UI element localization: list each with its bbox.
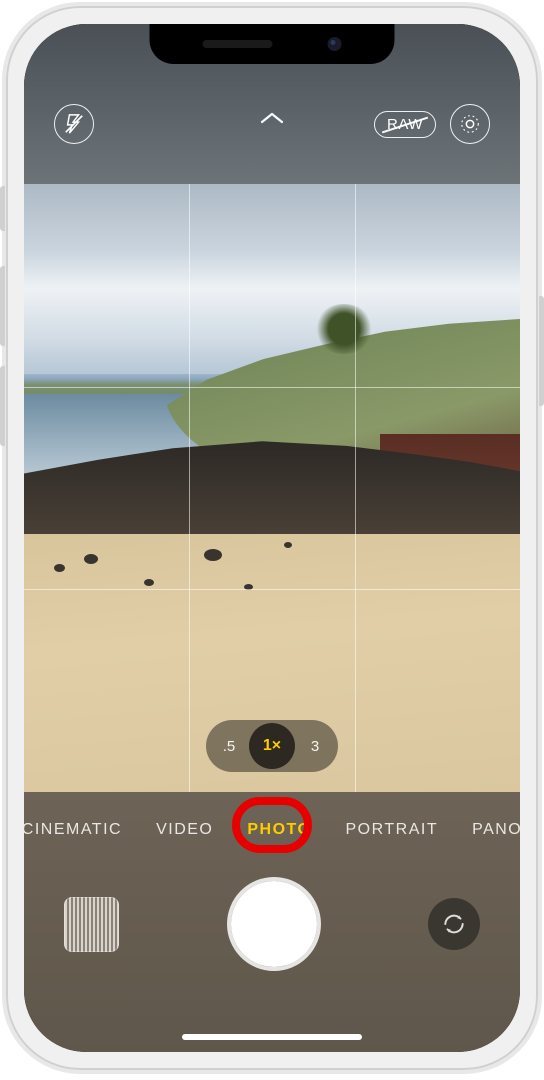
shutter-button[interactable] bbox=[231, 881, 317, 967]
zoom-selector: .5 1× 3 bbox=[206, 720, 338, 772]
flip-camera-button[interactable] bbox=[428, 898, 480, 950]
zoom-3x-button[interactable]: 3 bbox=[295, 726, 335, 766]
zoom-1x-button[interactable]: 1× bbox=[249, 723, 295, 769]
mode-photo[interactable]: PHOTO bbox=[247, 821, 311, 839]
screen: RAW bbox=[24, 24, 520, 1052]
raw-toggle[interactable]: RAW bbox=[374, 111, 436, 138]
scene-tree bbox=[314, 304, 374, 354]
grid-line bbox=[24, 387, 520, 388]
zoom-0_5x-button[interactable]: .5 bbox=[209, 726, 249, 766]
flip-camera-icon bbox=[441, 911, 467, 937]
scene-pebble bbox=[144, 579, 154, 586]
front-camera bbox=[328, 37, 342, 51]
volume-up-button bbox=[0, 266, 5, 346]
home-indicator[interactable] bbox=[182, 1034, 362, 1040]
mode-video[interactable]: VIDEO bbox=[156, 821, 213, 839]
flash-toggle[interactable] bbox=[54, 104, 94, 144]
chevron-up-icon bbox=[258, 109, 286, 127]
live-photo-icon bbox=[459, 113, 481, 135]
mode-cinematic[interactable]: CINEMATIC bbox=[24, 821, 122, 839]
grid-line bbox=[355, 184, 356, 792]
volume-down-button bbox=[0, 366, 5, 446]
earpiece bbox=[203, 40, 273, 48]
scene-pebble bbox=[204, 549, 222, 561]
notch bbox=[150, 24, 395, 64]
control-row bbox=[24, 874, 520, 974]
scene-pebble bbox=[84, 554, 98, 564]
mode-selector[interactable]: CINEMATIC VIDEO PHOTO PORTRAIT PANO bbox=[24, 810, 520, 850]
live-photo-toggle[interactable] bbox=[450, 104, 490, 144]
bottom-bar: CINEMATIC VIDEO PHOTO PORTRAIT PANO bbox=[24, 792, 520, 1052]
scene-pebble bbox=[54, 564, 65, 572]
scene-pebble bbox=[284, 542, 292, 548]
iphone-frame: RAW bbox=[2, 2, 542, 1074]
last-photo-thumbnail[interactable] bbox=[64, 897, 119, 952]
expand-controls-button[interactable] bbox=[258, 109, 286, 132]
side-button bbox=[539, 296, 544, 406]
ring-switch bbox=[0, 186, 5, 231]
flash-off-icon bbox=[63, 113, 85, 135]
grid-line bbox=[24, 589, 520, 590]
mode-portrait[interactable]: PORTRAIT bbox=[345, 821, 438, 839]
camera-viewfinder[interactable]: .5 1× 3 bbox=[24, 184, 520, 792]
mode-pano[interactable]: PANO bbox=[472, 821, 520, 839]
grid-line bbox=[189, 184, 190, 792]
